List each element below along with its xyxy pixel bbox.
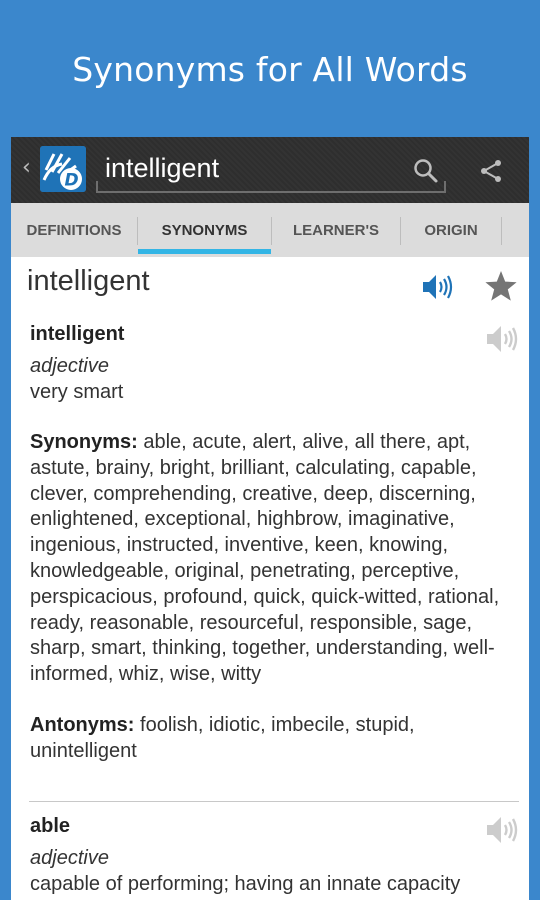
headword-title: intelligent bbox=[27, 265, 150, 297]
search-underline bbox=[96, 191, 446, 193]
speaker-icon[interactable] bbox=[485, 322, 519, 360]
part-of-speech: adjective bbox=[30, 847, 109, 869]
definition: capable of performing; having an innate … bbox=[30, 873, 461, 895]
app-screen: ‹ D intelligent DEFINITIONS SYNONYMS LEA… bbox=[11, 137, 529, 900]
active-tab-indicator bbox=[138, 249, 271, 254]
star-icon[interactable] bbox=[484, 270, 518, 306]
search-underline-right bbox=[444, 181, 446, 193]
promo-banner: Synonyms for All Words bbox=[0, 0, 540, 137]
tab-divider bbox=[501, 217, 502, 245]
entry-word: intelligent bbox=[30, 323, 125, 345]
tab-definitions[interactable]: DEFINITIONS bbox=[11, 203, 137, 257]
antonyms-label: Antonyms: bbox=[30, 714, 135, 736]
tab-origin[interactable]: ORIGIN bbox=[401, 203, 501, 257]
search-icon[interactable] bbox=[413, 158, 439, 188]
tab-learners[interactable]: LEARNER'S bbox=[272, 203, 400, 257]
antonyms-list: Antonyms: foolish, idiotic, imbecile, st… bbox=[30, 713, 522, 765]
synonyms-label: Synonyms: bbox=[30, 431, 138, 453]
search-input[interactable]: intelligent bbox=[96, 145, 446, 193]
share-icon[interactable] bbox=[479, 159, 503, 187]
svg-text:D: D bbox=[65, 171, 79, 191]
dictionary-logo-icon[interactable]: D bbox=[40, 146, 86, 192]
entry-divider bbox=[29, 801, 519, 802]
back-icon[interactable]: ‹ bbox=[22, 155, 31, 180]
part-of-speech: adjective bbox=[30, 355, 109, 377]
search-input-value[interactable]: intelligent bbox=[105, 153, 219, 184]
entry-word: able bbox=[30, 815, 71, 837]
definition: very smart bbox=[30, 381, 124, 403]
synonyms-list: Synonyms: able, acute, alert, alive, all… bbox=[30, 430, 522, 688]
synonyms-text: able, acute, alert, alive, all there, ap… bbox=[30, 431, 500, 686]
banner-title: Synonyms for All Words bbox=[72, 50, 468, 89]
action-bar: ‹ D intelligent bbox=[11, 137, 529, 203]
speaker-icon[interactable] bbox=[485, 813, 519, 851]
speaker-icon[interactable] bbox=[421, 272, 453, 306]
